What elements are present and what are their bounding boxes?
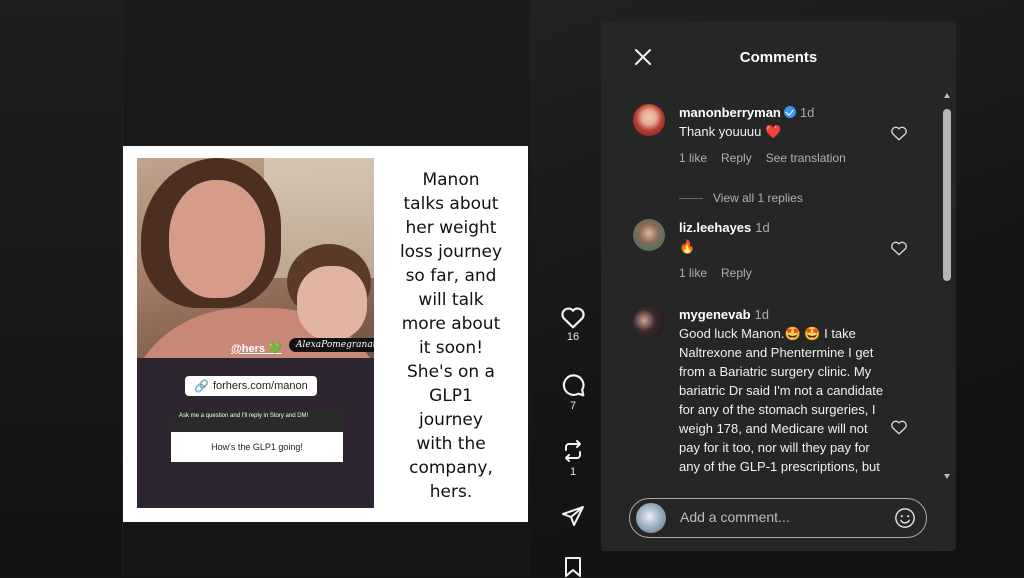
reply-button[interactable]: Reply: [721, 151, 752, 165]
comments-list[interactable]: manonberryman 1d Thank youuuu ❤️ 1 like R…: [601, 99, 956, 481]
verified-badge-icon: [783, 106, 796, 118]
caption-line: her weight: [405, 218, 497, 238]
caption-line: so far, and: [405, 266, 497, 286]
caption-line: with the: [416, 434, 486, 454]
caption-line: more about: [401, 314, 501, 334]
comment-like-count[interactable]: 1 like: [679, 151, 707, 165]
caption-line: talks about: [403, 194, 499, 214]
avatar: [636, 503, 666, 533]
avatar[interactable]: [633, 306, 665, 338]
link-icon: 🔗: [194, 379, 209, 393]
post-image[interactable]: @hers 💚 AlexaPomegranate 🔗 forhers.com/m…: [123, 146, 528, 522]
comment-text: 🔥: [679, 239, 696, 254]
left-backdrop: [0, 0, 122, 576]
like-action[interactable]: 16: [556, 305, 590, 343]
question-answer: How's the GLP1 going!: [171, 432, 343, 462]
comment-text: Good luck Manon.🤩 🤩 I take Naltrexone an…: [679, 326, 884, 481]
save-action[interactable]: [556, 556, 590, 578]
repost-icon[interactable]: [561, 438, 585, 464]
share-icon[interactable]: [561, 504, 585, 528]
emoji-icon[interactable]: [894, 507, 916, 529]
view-replies-button[interactable]: View all 1 replies: [679, 191, 803, 205]
view-replies-label: View all 1 replies: [713, 191, 803, 205]
comment-time[interactable]: 1d: [755, 220, 769, 235]
add-comment-box[interactable]: [629, 498, 927, 538]
replies-divider: [679, 197, 703, 199]
comment-time[interactable]: 1d: [755, 307, 769, 322]
like-count: 16: [566, 331, 580, 343]
caption-line: company,: [409, 458, 493, 478]
comments-panel: Comments manonberryman 1d Thank youuuu ❤️…: [601, 21, 956, 551]
add-comment-input[interactable]: [680, 509, 880, 525]
question-sticker: Ask me a question and I'll reply in Stor…: [171, 408, 343, 468]
bookmark-icon[interactable]: [563, 556, 583, 578]
post-caption-text: Manon talks about her weight loss journe…: [381, 168, 521, 504]
comment-time[interactable]: 1d: [800, 105, 814, 120]
comment-action[interactable]: 7: [556, 372, 590, 412]
link-sticker-text: forhers.com/manon: [212, 380, 308, 392]
caption-line: She's on a: [407, 362, 495, 382]
comments-scrollbar[interactable]: [942, 93, 952, 479]
comment-icon[interactable]: [560, 372, 586, 398]
comment-like-count[interactable]: 1 like: [679, 266, 707, 280]
repost-count: 1: [569, 466, 577, 478]
caption-line: Manon: [422, 170, 480, 190]
comment-username[interactable]: liz.leehayes: [679, 220, 751, 235]
see-translation-button[interactable]: See translation: [766, 151, 846, 165]
scroll-down-arrow[interactable]: [944, 474, 950, 479]
scroll-up-arrow[interactable]: [944, 93, 950, 98]
heart-icon[interactable]: [890, 418, 908, 436]
caption-line: hers.: [429, 482, 473, 502]
reply-button[interactable]: Reply: [721, 266, 752, 280]
caption-line: it soon!: [418, 338, 484, 358]
question-prompt: Ask me a question and I'll reply in Stor…: [171, 408, 343, 432]
caption-line: journey: [419, 410, 483, 430]
comment-username[interactable]: mygenevab: [679, 307, 751, 322]
comment-username[interactable]: manonberryman: [679, 105, 781, 120]
link-sticker[interactable]: 🔗 forhers.com/manon: [185, 376, 317, 396]
heart-icon[interactable]: [890, 239, 908, 257]
avatar[interactable]: [633, 219, 665, 251]
hers-mention-tag[interactable]: @hers 💚: [231, 342, 282, 355]
alexa-mention-tag[interactable]: AlexaPomegranate: [289, 338, 374, 352]
share-action[interactable]: [556, 504, 590, 528]
photo-child-face: [297, 266, 367, 340]
comment-text: Thank youuuu ❤️: [679, 124, 782, 139]
repost-action[interactable]: 1: [556, 438, 590, 478]
heart-icon[interactable]: [890, 124, 908, 142]
comment-count: 7: [569, 400, 577, 412]
caption-line: loss journey: [399, 242, 503, 262]
caption-line: GLP1: [429, 386, 473, 406]
photo-face: [169, 180, 265, 298]
scroll-thumb[interactable]: [943, 109, 951, 281]
comments-title: Comments: [739, 49, 818, 66]
post-photo: @hers 💚 AlexaPomegranate 🔗 forhers.com/m…: [137, 158, 374, 508]
caption-line: will talk: [418, 290, 484, 310]
heart-icon[interactable]: [560, 305, 586, 329]
avatar[interactable]: [633, 104, 665, 136]
